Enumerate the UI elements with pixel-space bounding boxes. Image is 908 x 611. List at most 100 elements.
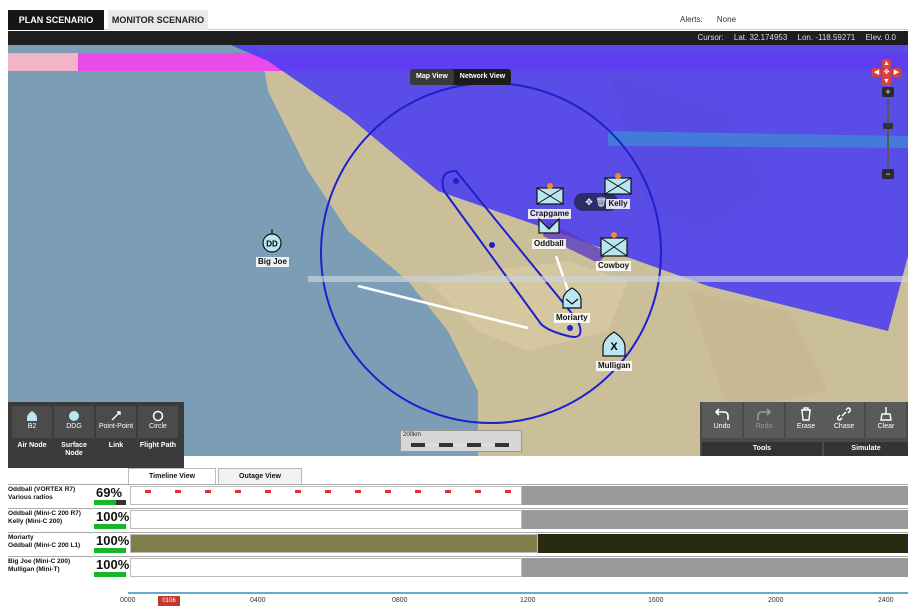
- map-view[interactable]: Cursor: Lat. 32.174953 Lon. -118.59271 E…: [8, 31, 908, 456]
- zoom-track[interactable]: [887, 99, 889, 167]
- erase-label: Erase: [796, 423, 816, 430]
- time-tick: 0400: [250, 597, 266, 604]
- node-mulligan[interactable]: X Mulligan: [596, 331, 633, 371]
- time-cursor[interactable]: 0106: [158, 596, 180, 606]
- node-crapgame[interactable]: Crapgame: [528, 183, 572, 219]
- pan-down-icon[interactable]: ▼: [882, 77, 891, 86]
- network-view-button[interactable]: Network View: [454, 69, 511, 85]
- palette-circle-label: Circle: [149, 423, 167, 430]
- palette-group-flight-path: Flight Path: [139, 442, 177, 449]
- cursor-lon: Lon. -118.59271: [797, 33, 856, 42]
- broom-icon: [880, 407, 892, 421]
- tools-panel: Undo Redo Erase Chase Clear Tools Simula…: [700, 402, 908, 456]
- move-icon[interactable]: ✥: [585, 197, 593, 207]
- row-track[interactable]: [130, 534, 538, 553]
- cursor-status-bar: Cursor: Lat. 32.174953 Lon. -118.59271 E…: [8, 31, 908, 45]
- air-node-icon: [604, 173, 632, 195]
- scale-label: 200km: [403, 432, 422, 438]
- node-moriarty[interactable]: Moriarty: [554, 287, 590, 323]
- time-tick: 1200: [520, 597, 536, 604]
- palette-point-point-label: Point-Point: [98, 423, 134, 430]
- zoom-out-button[interactable]: −: [882, 169, 894, 179]
- timeline-row[interactable]: Moriarty Oddball (Mini-C 200 L1) 100%: [8, 532, 908, 554]
- timeline-row[interactable]: Big Joe (Mini-C 200) Mulligan (Mini-T) 10…: [8, 556, 908, 578]
- pan-control: ▲ ◀ ✥ ▶ ▼: [872, 59, 902, 86]
- link-palette-icon: [111, 411, 121, 421]
- map-canvas: [8, 31, 908, 456]
- palette-group-link: Link: [108, 442, 124, 449]
- alerts-value: None: [716, 15, 737, 24]
- row-unscheduled: [522, 558, 908, 577]
- palette-circle[interactable]: Circle: [138, 406, 178, 438]
- palette-group-surface-node: Surface Node: [61, 442, 87, 457]
- cursor-label: Cursor:: [697, 33, 724, 42]
- node-palette: B2 DDG Point-Point Circle Air Node Surfa…: [8, 402, 184, 468]
- pan-up-icon[interactable]: ▲: [882, 59, 891, 68]
- palette-b2-label: B2: [27, 423, 37, 430]
- row-track[interactable]: [130, 558, 522, 577]
- map-view-button[interactable]: Map View: [410, 69, 454, 85]
- simulate-group-label: Simulate: [824, 442, 908, 456]
- tab-plan-scenario[interactable]: PLAN SCENARIO: [8, 10, 104, 30]
- row-name: Oddball (VORTEX R7) Various radios: [8, 486, 76, 501]
- palette-point-point[interactable]: Point-Point: [96, 406, 136, 438]
- zoom-in-button[interactable]: +: [882, 87, 894, 97]
- node-kelly[interactable]: Kelly: [604, 173, 632, 209]
- time-tick: 2400: [878, 597, 894, 604]
- node-code-big-joe: DD: [267, 240, 279, 249]
- undo-button[interactable]: Undo: [702, 402, 742, 438]
- row-track[interactable]: [130, 486, 522, 505]
- tab-timeline-view[interactable]: Timeline View: [128, 468, 217, 484]
- pan-right-icon[interactable]: ▶: [892, 68, 901, 77]
- timeline-tabs: Timeline View Outage View: [128, 468, 304, 484]
- erase-button[interactable]: Erase: [786, 402, 826, 438]
- zoom-control: + −: [882, 87, 894, 187]
- row-unscheduled: [522, 510, 908, 529]
- time-axis-line: [128, 592, 908, 594]
- node-label-moriarty: Moriarty: [554, 313, 590, 323]
- pan-left-icon[interactable]: ◀: [872, 68, 881, 77]
- chase-button[interactable]: Chase: [824, 402, 864, 438]
- row-percent: 100%: [96, 557, 130, 572]
- time-axis[interactable]: 0106 0000 0400 0800 1200 1600 2000 2400: [8, 582, 908, 611]
- node-label-oddball: Oddball: [532, 239, 566, 249]
- tab-monitor-scenario[interactable]: MONITOR SCENARIO: [108, 10, 208, 30]
- tab-outage-view[interactable]: Outage View: [218, 468, 302, 484]
- row-progress-fill: [94, 500, 117, 505]
- undo-icon: [715, 408, 729, 420]
- time-tick: 1600: [648, 597, 664, 604]
- timeline-row[interactable]: Oddball (VORTEX R7) Various radios 69%: [8, 484, 908, 506]
- timeline-row[interactable]: Oddball (Mini-C 200 R7) Kelly (Mini-C 200…: [8, 508, 908, 530]
- row-percent: 69%: [96, 485, 123, 500]
- chain-link-icon: [837, 407, 851, 421]
- row-unscheduled: [522, 486, 908, 505]
- mulligan-node-icon: X: [602, 331, 626, 357]
- row-progress-bar: [94, 572, 126, 577]
- top-bar: PLAN SCENARIO MONITOR SCENARIO Alerts: N…: [8, 10, 908, 30]
- map-scale-bar: 200km: [400, 430, 522, 452]
- node-oddball[interactable]: Oddball: [532, 217, 566, 249]
- app-window: PLAN SCENARIO MONITOR SCENARIO Alerts: N…: [0, 0, 908, 611]
- node-label-kelly: Kelly: [606, 199, 630, 209]
- node-big-joe[interactable]: DD Big Joe: [256, 229, 289, 267]
- tools-group-label: Tools: [702, 442, 822, 456]
- row-progress-fill: [94, 572, 126, 577]
- redo-button[interactable]: Redo: [744, 402, 784, 438]
- row-percent: 100%: [96, 509, 130, 524]
- air-node-icon: [599, 232, 628, 257]
- node-label-mulligan: Mulligan: [596, 361, 633, 371]
- cursor-elev: Elev. 0.0: [865, 33, 896, 42]
- node-label-big-joe: Big Joe: [256, 257, 289, 267]
- pan-center-icon[interactable]: ✥: [882, 68, 891, 77]
- palette-group-air-node: Air Node: [17, 442, 47, 449]
- row-track[interactable]: [130, 510, 522, 529]
- zoom-slider-thumb[interactable]: [883, 123, 893, 129]
- timeline-panel: Timeline View Outage View Oddball (VORTE…: [8, 468, 908, 611]
- row-progress-bar: [94, 500, 126, 505]
- palette-ddg[interactable]: DDG: [54, 406, 94, 438]
- undo-label: Undo: [713, 423, 731, 430]
- palette-b2[interactable]: B2: [12, 406, 52, 438]
- row-progress-fill: [94, 524, 126, 529]
- node-cowboy[interactable]: Cowboy: [596, 231, 632, 271]
- clear-button[interactable]: Clear: [866, 402, 906, 438]
